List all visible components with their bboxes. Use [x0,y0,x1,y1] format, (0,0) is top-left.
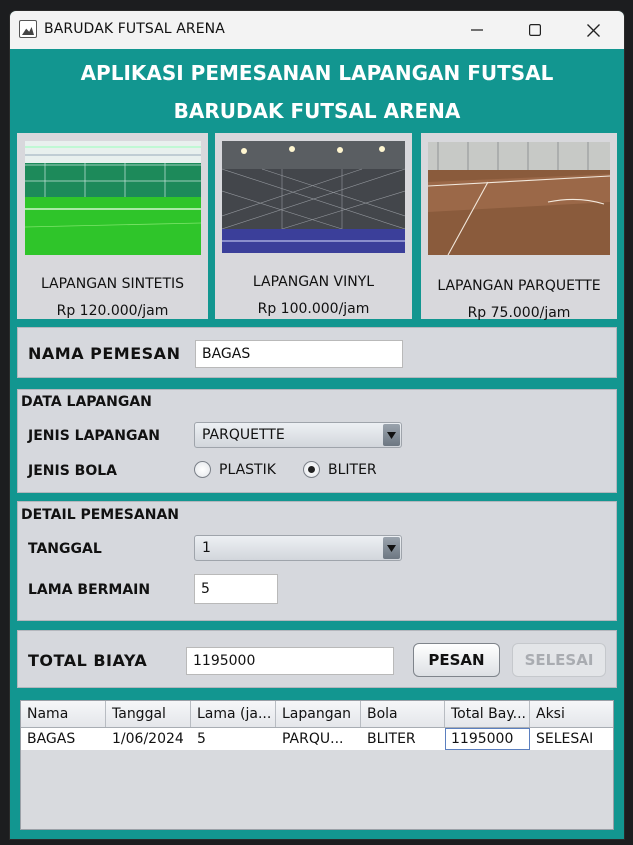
radio-checked-icon [303,461,320,478]
customer-panel: NAMA PEMESAN BAGAS [17,327,617,378]
app-heading: APLIKASI PEMESANAN LAPANGAN FUTSAL [80,61,554,85]
finish-button[interactable]: SELESAI [512,643,606,677]
field-photo-vinyl [222,141,405,253]
field-name-parquette: LAPANGAN PARQUETTE [437,278,601,294]
cell-bola[interactable]: BLITER [361,728,445,750]
column-header-lama[interactable]: Lama (ja... [191,701,276,727]
column-header-lapangan[interactable]: Lapangan [276,701,361,727]
close-icon [586,23,600,37]
date-select[interactable]: 1 [194,535,402,561]
booking-detail-title: DETAIL PEMESANAN [21,507,179,523]
field-card-parquette: LAPANGAN PARQUETTE Rp 75.000/jam [421,133,617,321]
app-logo-icon [19,20,37,38]
dropdown-arrow-button[interactable] [383,424,400,446]
field-name-vinyl: LAPANGAN VINYL [252,274,375,290]
booking-detail-panel: DETAIL PEMESANAN TANGGAL 1 LAMA BERMAIN … [17,501,617,621]
ball-type-label: JENIS BOLA [28,463,117,479]
minimize-button[interactable] [448,11,506,49]
app-window: BARUDAK FUTSAL ARENA APLIKASI PEMESANAN … [10,11,624,839]
date-label: TANGGAL [28,541,102,557]
dropdown-arrow-button[interactable] [383,537,400,559]
field-data-title: DATA LAPANGAN [21,394,152,410]
field-photo-parquette [428,142,610,255]
field-data-panel: DATA LAPANGAN JENIS LAPANGAN PARQUETTE J… [17,389,617,493]
customer-name-input[interactable]: BAGAS [195,340,403,368]
order-button[interactable]: PESAN [413,643,500,677]
radio-unchecked-icon [194,461,211,478]
table-row[interactable]: BAGAS 1/06/2024 5 PARQU... BLITER 119500… [21,728,613,750]
field-price-sintetis: Rp 120.000/jam [56,303,169,319]
ball-option-plastik[interactable]: PLASTIK [194,461,276,478]
minimize-icon [471,29,483,31]
booking-table: Nama Tanggal Lama (ja... Lapangan Bola T… [20,700,614,830]
window-title: BARUDAK FUTSAL ARENA [44,21,225,37]
cell-aksi[interactable]: SELESAI [530,728,613,750]
table-header: Nama Tanggal Lama (ja... Lapangan Bola T… [21,701,613,728]
column-header-nama[interactable]: Nama [21,701,106,727]
field-name-sintetis: LAPANGAN SINTETIS [40,276,185,292]
total-panel: TOTAL BIAYA 1195000 PESAN SELESAI [17,630,617,688]
maximize-button[interactable] [506,11,564,49]
ball-option-bliter-label: BLITER [328,461,377,478]
duration-label: LAMA BERMAIN [28,582,151,598]
cell-lapangan[interactable]: PARQU... [276,728,361,750]
close-button[interactable] [564,11,622,49]
cell-total[interactable]: 1195000 [445,728,530,750]
field-photo-sintetis [25,141,201,255]
column-header-aksi[interactable]: Aksi [530,701,613,727]
maximize-icon [529,24,541,36]
field-card-sintetis: LAPANGAN SINTETIS Rp 120.000/jam [17,133,208,319]
chevron-down-icon [387,431,396,439]
title-bar: BARUDAK FUTSAL ARENA [10,11,624,49]
field-card-vinyl: LAPANGAN VINYL Rp 100.000/jam [215,133,412,319]
column-header-tanggal[interactable]: Tanggal [106,701,191,727]
field-price-parquette: Rp 75.000/jam [467,305,571,321]
field-type-value: PARQUETTE [202,427,285,443]
duration-input[interactable]: 5 [194,574,278,604]
column-header-bola[interactable]: Bola [361,701,445,727]
ball-option-bliter[interactable]: BLITER [303,461,377,478]
total-cost-field[interactable]: 1195000 [186,647,394,675]
app-subheading: BARUDAK FUTSAL ARENA [173,99,461,123]
customer-label: NAMA PEMESAN [28,344,181,363]
total-label: TOTAL BIAYA [28,651,148,670]
ball-option-plastik-label: PLASTIK [219,461,276,478]
cell-tanggal[interactable]: 1/06/2024 [106,728,191,750]
chevron-down-icon [387,544,396,552]
cell-nama[interactable]: BAGAS [21,728,106,750]
column-header-total[interactable]: Total Bay... [445,701,530,727]
date-value: 1 [202,540,211,556]
field-type-label: JENIS LAPANGAN [28,428,160,444]
field-price-vinyl: Rp 100.000/jam [257,301,370,317]
cell-lama[interactable]: 5 [191,728,276,750]
field-type-select[interactable]: PARQUETTE [194,422,402,448]
